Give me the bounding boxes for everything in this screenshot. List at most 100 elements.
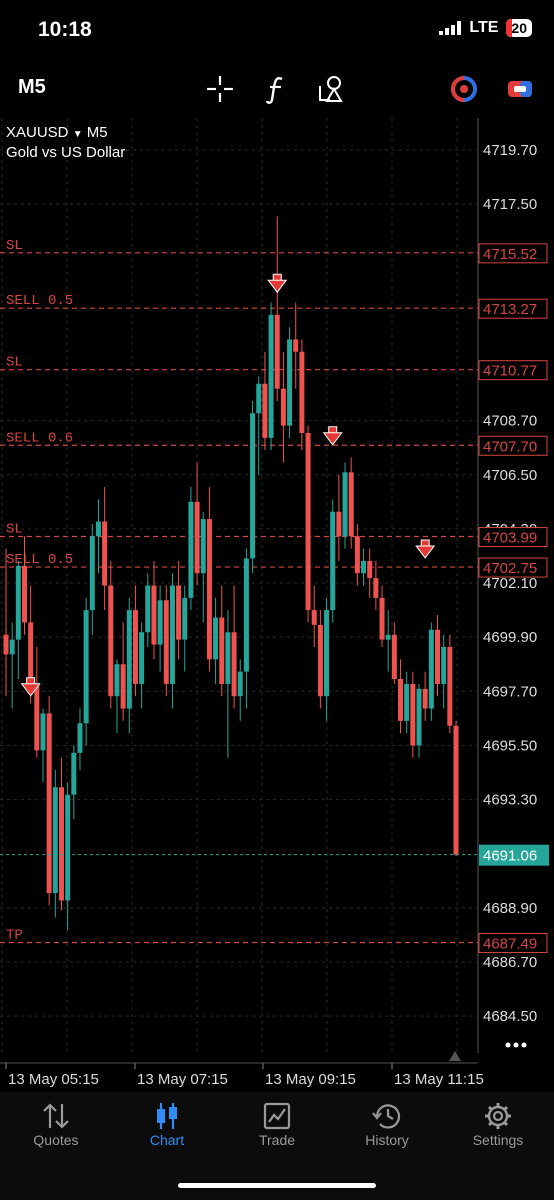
candle-body (441, 647, 447, 684)
candle-body (46, 713, 52, 894)
candle-body (157, 600, 163, 645)
status-indicators: LTE 20 (439, 19, 532, 37)
candle-body (422, 688, 428, 709)
price-tick-label: 4719.70 (483, 142, 537, 159)
tab-quotes[interactable]: Quotes (6, 1100, 106, 1148)
price-tick-label: 4702.10 (483, 575, 537, 592)
candle-body (21, 565, 27, 623)
objects-icon[interactable] (316, 74, 348, 104)
trade-price-label: 4707.70 (483, 438, 537, 455)
candle-body (428, 629, 434, 709)
candle-body (132, 610, 138, 684)
candle-body (361, 560, 367, 574)
candle-body (58, 787, 64, 901)
price-tick-label: 4695.50 (483, 737, 537, 754)
candle-body (206, 519, 212, 660)
trade-price-label: 4687.49 (483, 936, 537, 953)
tab-chart-label: Chart (149, 1132, 185, 1148)
symbol-name: XAUUSD (6, 124, 69, 141)
candle-body (40, 713, 46, 751)
tab-settings[interactable]: Settings (448, 1100, 548, 1148)
trade-toggle-icon[interactable] (504, 74, 536, 104)
candle-body (293, 339, 299, 352)
tab-trade-label: Trade (258, 1132, 296, 1148)
price-tick-label: 4697.70 (483, 683, 537, 700)
candle-body (342, 472, 348, 537)
tab-quotes-label: Quotes (33, 1132, 79, 1148)
battery-indicator: 20 (506, 19, 532, 37)
symbol-timeframe: M5 (86, 124, 108, 141)
time-tick-label: 13 May 09:15 (265, 1071, 356, 1088)
trade-price-label: 4702.75 (483, 560, 537, 577)
candle-body (15, 565, 21, 640)
tab-history-label: History (365, 1132, 409, 1148)
candle-body (348, 472, 354, 537)
price-tick-label: 4684.50 (483, 1008, 537, 1025)
candle-body (151, 585, 157, 645)
price-chart[interactable]: 4719.704717.504708.704706.504704.304702.… (0, 118, 554, 1090)
price-tick-label: 4686.70 (483, 954, 537, 971)
bottom-tab-bar: Quotes Chart Trade History Settings (0, 1092, 554, 1200)
tab-trade[interactable]: Trade (227, 1100, 327, 1148)
more-icon-dot (505, 1042, 511, 1048)
candle-body (9, 639, 15, 655)
timeframe-selector[interactable]: M5 (18, 76, 46, 99)
candle-body (336, 511, 342, 537)
candle-body (391, 634, 397, 679)
candle-body (28, 622, 34, 684)
candle-body (83, 610, 89, 724)
candle-body (126, 610, 132, 709)
candle-body (243, 558, 249, 672)
candle-body (89, 536, 95, 611)
candle-body (262, 383, 268, 438)
candle-body (95, 521, 101, 537)
candle-body (404, 683, 410, 721)
candle-body (108, 585, 114, 697)
candle-body (213, 617, 219, 660)
candle-body (169, 585, 175, 684)
candle-body (3, 634, 9, 655)
indicators-icon[interactable] (260, 74, 292, 104)
candle-body (250, 413, 256, 559)
candle-body (416, 688, 422, 746)
candle-body (176, 585, 182, 640)
candle-body (52, 787, 58, 894)
candle-body (274, 314, 280, 389)
tab-history[interactable]: History (337, 1100, 437, 1148)
trade-line-label: SL (6, 522, 23, 538)
candle-body (237, 671, 243, 697)
candle-body (188, 501, 194, 598)
candle-body (256, 383, 262, 414)
more-icon-dot (513, 1042, 519, 1048)
quotes-icon (6, 1100, 106, 1132)
sell-arrow-icon (415, 539, 436, 559)
tab-chart[interactable]: Chart (117, 1100, 217, 1148)
trade-line-label: SL (6, 238, 23, 254)
dropdown-icon: ▼ (72, 129, 83, 140)
time-tick-label: 13 May 05:15 (8, 1071, 99, 1088)
candle-body (139, 632, 145, 684)
candle-body (453, 725, 459, 855)
price-tick-label: 4717.50 (483, 196, 537, 213)
candle-body (324, 610, 330, 697)
symbol-description: Gold vs US Dollar (6, 144, 126, 161)
candlestick-chart[interactable]: 4719.704717.504708.704706.504704.304702.… (0, 118, 554, 1090)
trade-line-label: SELL 0.5 (6, 552, 73, 568)
candle-body (268, 314, 274, 438)
candle-body (102, 521, 108, 586)
price-tick-label: 4688.90 (483, 900, 537, 917)
trade-line-label: SL (6, 355, 23, 371)
trade-line-label: TP (6, 928, 23, 944)
crosshair-icon[interactable] (204, 74, 236, 104)
more-icon-dot (521, 1042, 527, 1048)
candle-body (182, 597, 188, 640)
trade-line-label: SELL 0.6 (6, 430, 73, 446)
symbol-header[interactable]: XAUUSD ▼ M5 (6, 124, 108, 141)
candle-body (330, 511, 336, 611)
history-icon (337, 1100, 437, 1132)
chart-icon (117, 1100, 217, 1132)
price-tick-label: 4699.90 (483, 629, 537, 646)
one-click-trading-icon[interactable] (448, 74, 480, 104)
candle-body (435, 629, 441, 684)
candle-body (114, 664, 120, 697)
